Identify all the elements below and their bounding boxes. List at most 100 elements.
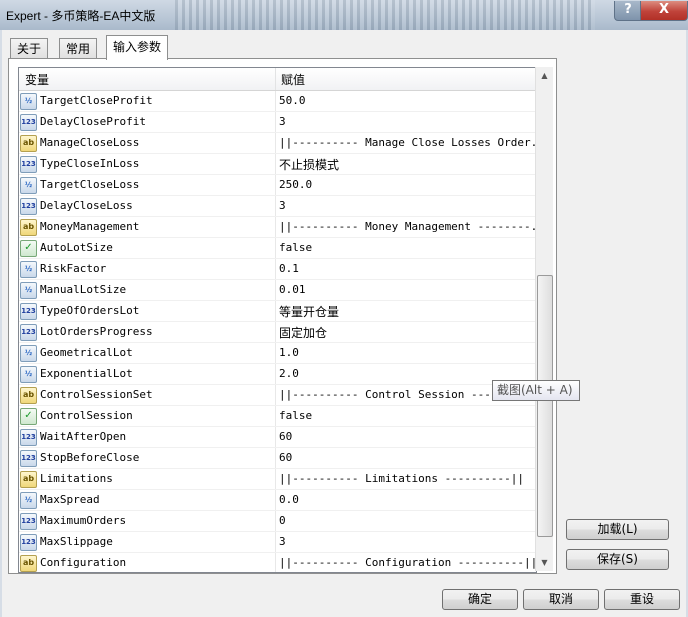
row-value[interactable]: 50.0 (279, 94, 306, 107)
string-type-icon: ab (20, 471, 37, 488)
row-value[interactable]: 60 (279, 430, 292, 443)
table-row[interactable]: 123 WaitAfterOpen 60 (19, 427, 536, 448)
table-row[interactable]: ab ManageCloseLoss ||---------- Manage Clo… (19, 133, 536, 154)
row-value[interactable]: false (279, 409, 312, 422)
row-variable-name: DelayCloseLoss (40, 199, 133, 212)
row-value[interactable]: 250.0 (279, 178, 312, 191)
row-value[interactable]: ||---------- Money Management --------..… (279, 220, 536, 233)
table-row[interactable]: 123 MaximumOrders 0 (19, 511, 536, 532)
header-divider[interactable] (275, 68, 276, 90)
header-value[interactable]: 赋值 (281, 71, 305, 88)
tab-about[interactable]: 关于 (10, 38, 49, 59)
row-variable-name: TypeOfOrdersLot (40, 304, 140, 317)
table-row[interactable]: 123 DelayCloseProfit 3 (19, 112, 536, 133)
row-variable-name: Configuration (40, 556, 127, 569)
table-row[interactable]: ½ MaxSpread 0.0 (19, 490, 536, 511)
screenshot-tooltip: 截图(Alt + A) (492, 380, 580, 401)
row-divider (275, 238, 276, 258)
row-value[interactable]: ||---------- Manage Close Losses Order..… (279, 136, 536, 149)
table-row[interactable]: 123 DelayCloseLoss 3 (19, 196, 536, 217)
row-variable-name: TargetCloseLoss (40, 178, 140, 191)
row-variable-name: ControlSession (40, 409, 133, 422)
row-value[interactable]: 0 (279, 514, 286, 527)
scroll-thumb[interactable] (537, 275, 553, 537)
grid-header: 变量 赋值 (19, 68, 536, 91)
row-variable-name: TargetCloseProfit (40, 94, 153, 107)
grid-rows: ½ TargetCloseProfit 50.0 123 DelayCloseProfi… (19, 91, 536, 572)
row-value[interactable]: 固定加仓 (279, 324, 327, 341)
table-row[interactable]: ab Configuration ||---------- Configuratio… (19, 553, 536, 572)
load-button[interactable]: 加载(L) (566, 519, 669, 540)
row-value[interactable]: ||---------- Configuration ----------|| (279, 556, 536, 569)
ok-button[interactable]: 确定 (442, 589, 518, 610)
reset-button[interactable]: 重设 (604, 589, 680, 610)
table-row[interactable]: ½ GeometricalLot 1.0 (19, 343, 536, 364)
table-row[interactable]: 123 TypeOfOrdersLot 等量开仓量 (19, 301, 536, 322)
row-value[interactable]: 不止损模式 (279, 156, 339, 173)
double-type-icon: ½ (20, 366, 37, 383)
row-divider (275, 196, 276, 216)
row-variable-name: MaxSlippage (40, 535, 113, 548)
parameters-grid[interactable]: 变量 赋值 ½ TargetCloseProfit 50.0 123 DelayClos… (18, 67, 537, 573)
row-value[interactable]: 3 (279, 115, 286, 128)
row-value[interactable]: ||---------- Limitations ----------|| (279, 472, 524, 485)
row-value[interactable]: 60 (279, 451, 292, 464)
row-divider (275, 280, 276, 300)
int-type-icon: 123 (20, 324, 37, 341)
double-type-icon: ½ (20, 93, 37, 110)
table-row[interactable]: ½ RiskFactor 0.1 (19, 259, 536, 280)
row-variable-name: GeometricalLot (40, 346, 133, 359)
header-variable[interactable]: 变量 (25, 71, 49, 88)
row-divider (275, 112, 276, 132)
row-divider (275, 217, 276, 237)
row-value[interactable]: 0.1 (279, 262, 299, 275)
row-divider (275, 427, 276, 447)
row-divider (275, 469, 276, 489)
table-row[interactable]: ✓ ControlSession false (19, 406, 536, 427)
row-value[interactable]: 2.0 (279, 367, 299, 380)
table-row[interactable]: ab ControlSessionSet ||---------- Control … (19, 385, 536, 406)
int-type-icon: 123 (20, 156, 37, 173)
row-value[interactable]: 0.0 (279, 493, 299, 506)
table-row[interactable]: 123 LotOrdersProgress 固定加仓 (19, 322, 536, 343)
table-row[interactable]: ½ TargetCloseLoss 250.0 (19, 175, 536, 196)
tab-common[interactable]: 常用 (59, 38, 98, 59)
grid-scrollbar[interactable]: ▲ ▼ (535, 67, 553, 571)
row-value[interactable]: 3 (279, 535, 286, 548)
row-divider (275, 364, 276, 384)
row-divider (275, 511, 276, 531)
row-divider (275, 448, 276, 468)
table-row[interactable]: 123 MaxSlippage 3 (19, 532, 536, 553)
row-value[interactable]: 3 (279, 199, 286, 212)
cancel-button[interactable]: 取消 (523, 589, 599, 610)
row-value[interactable]: 0.01 (279, 283, 306, 296)
table-row[interactable]: ½ ManualLotSize 0.01 (19, 280, 536, 301)
bool-type-icon: ✓ (20, 408, 37, 425)
table-row[interactable]: 123 StopBeforeClose 60 (19, 448, 536, 469)
help-button[interactable]: ? (614, 1, 642, 21)
int-type-icon: 123 (20, 513, 37, 530)
table-row[interactable]: 123 TypeCloseInLoss 不止损模式 (19, 154, 536, 175)
row-variable-name: ManageCloseLoss (40, 136, 140, 149)
tab-inputs[interactable]: 输入参数 (106, 35, 169, 60)
double-type-icon: ½ (20, 282, 37, 299)
table-row[interactable]: ½ TargetCloseProfit 50.0 (19, 91, 536, 112)
close-button[interactable]: X (640, 1, 688, 21)
save-button[interactable]: 保存(S) (566, 549, 669, 570)
scroll-down-icon[interactable]: ▼ (536, 554, 553, 571)
title-bar[interactable]: Expert - 多币策略-EA中文版 ? X (0, 0, 688, 30)
scroll-up-icon[interactable]: ▲ (536, 67, 553, 84)
window-title: Expert - 多币策略-EA中文版 (6, 9, 156, 23)
table-row[interactable]: ✓ AutoLotSize false (19, 238, 536, 259)
row-divider (275, 406, 276, 426)
row-value[interactable]: false (279, 241, 312, 254)
table-row[interactable]: ab Limitations ||---------- Limitations --… (19, 469, 536, 490)
row-value[interactable]: 等量开仓量 (279, 303, 339, 320)
row-divider (275, 133, 276, 153)
table-row[interactable]: ½ ExponentialLot 2.0 (19, 364, 536, 385)
row-value[interactable]: 1.0 (279, 346, 299, 359)
row-variable-name: WaitAfterOpen (40, 430, 127, 443)
string-type-icon: ab (20, 219, 37, 236)
row-variable-name: TypeCloseInLoss (40, 157, 140, 170)
table-row[interactable]: ab MoneyManagement ||---------- Money Mana… (19, 217, 536, 238)
